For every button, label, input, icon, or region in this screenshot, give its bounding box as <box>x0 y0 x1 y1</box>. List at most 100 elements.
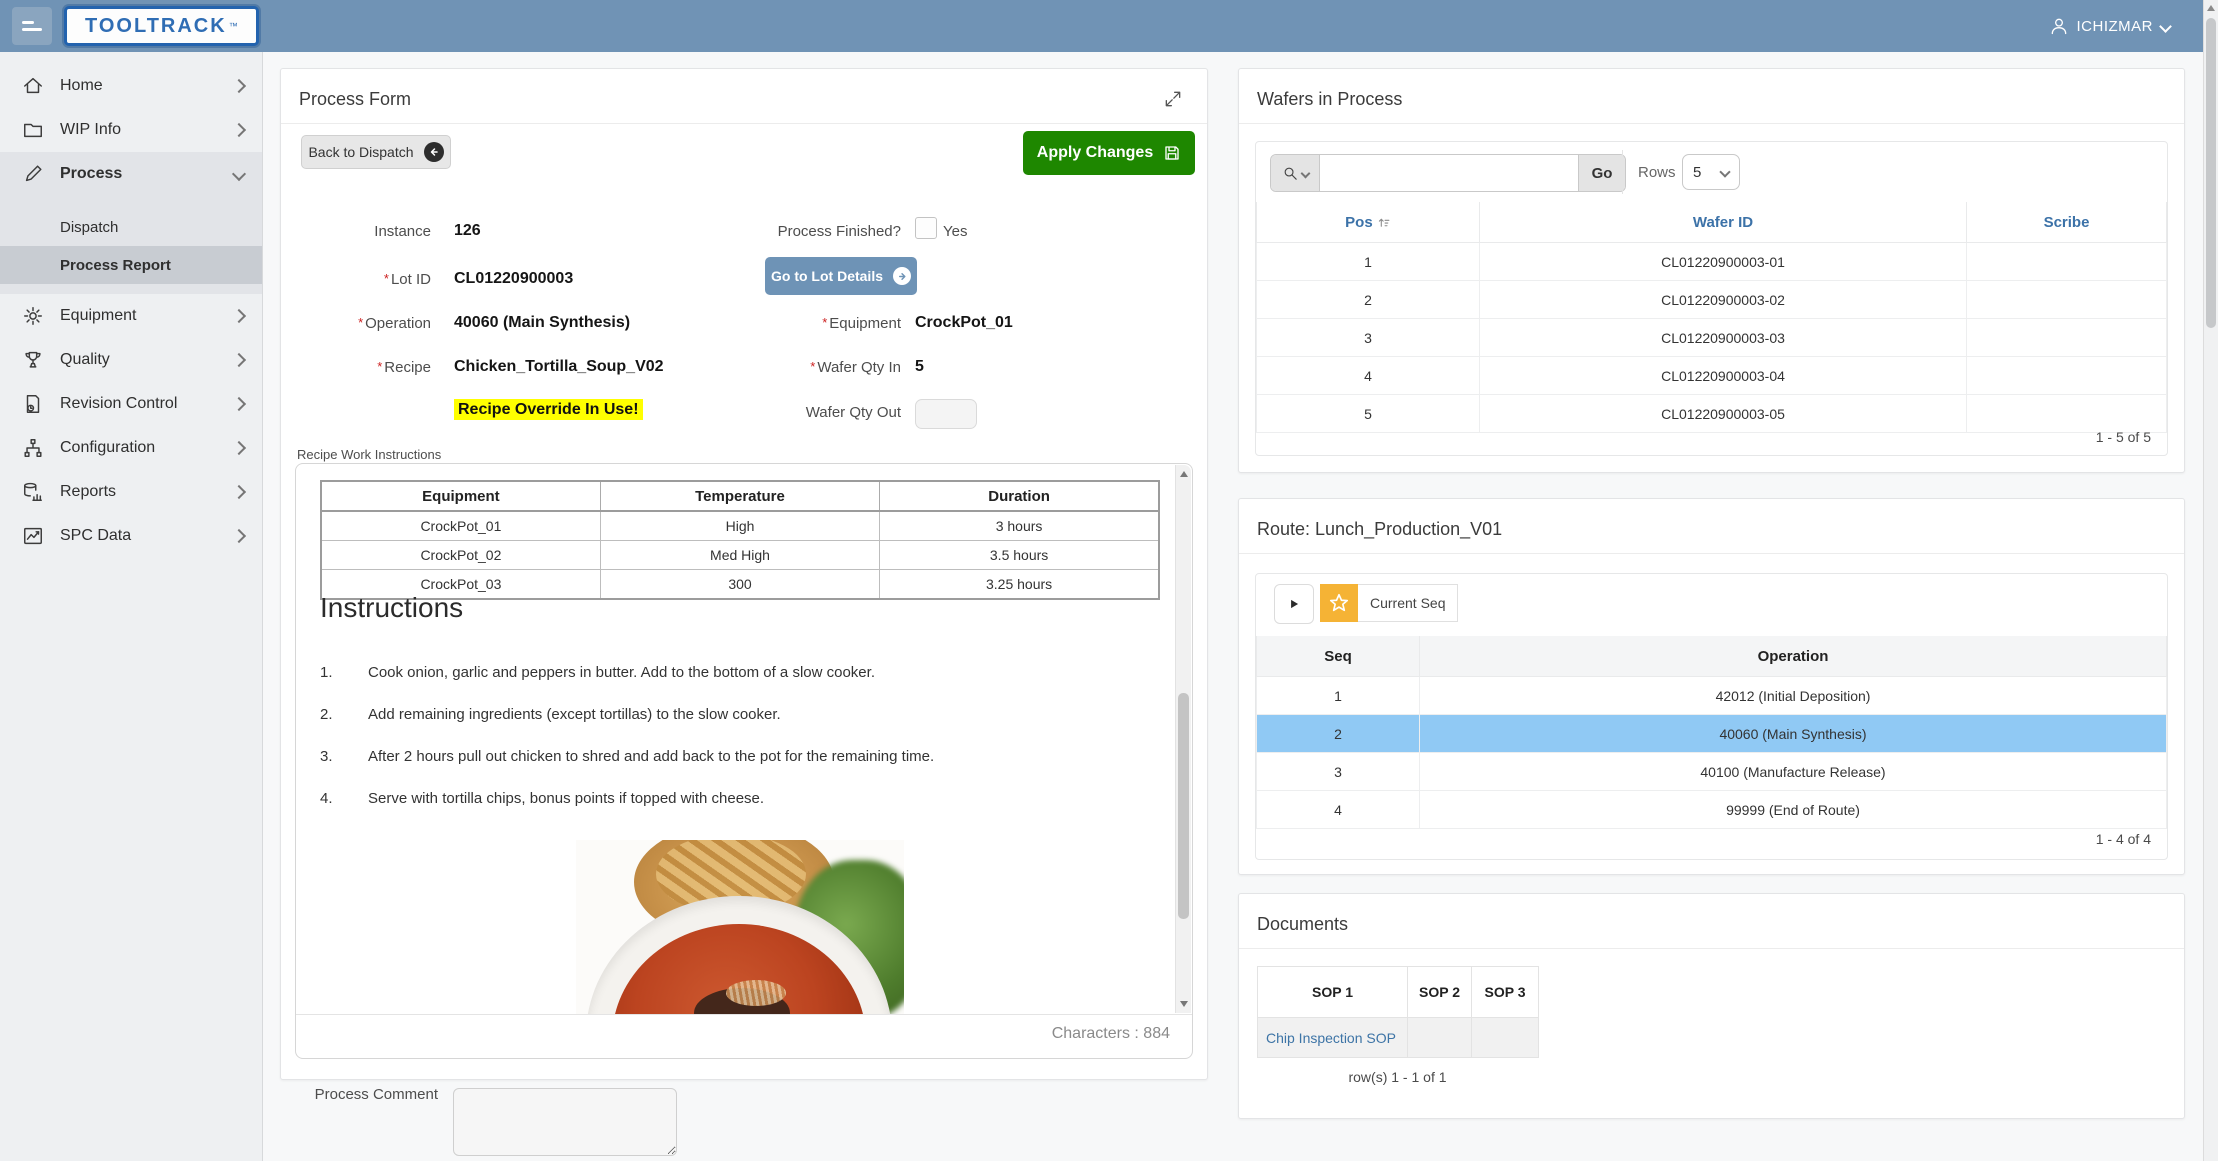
table-cell <box>1967 243 2167 281</box>
table-cell: CrockPot_01 <box>321 511 600 541</box>
sidebar-item-equipment[interactable]: Equipment <box>0 294 262 338</box>
sidebar-item-home[interactable]: Home <box>0 64 262 108</box>
scrollbar-thumb[interactable] <box>2206 18 2216 328</box>
table-row[interactable]: 499999 (End of Route) <box>1257 791 2167 829</box>
route-table: Seq Operation 142012 (Initial Deposition… <box>1256 636 2167 829</box>
trademark-symbol: ™ <box>229 21 238 31</box>
search-options-button[interactable] <box>1271 155 1320 191</box>
document-link[interactable]: Chip Inspection SOP <box>1266 1030 1396 1046</box>
play-button[interactable] <box>1274 584 1314 624</box>
column-header-scribe[interactable]: Scribe <box>1967 202 2167 243</box>
app-logo[interactable]: TOOLTRACK™ <box>64 6 259 46</box>
table-cell: 3.5 hours <box>880 541 1159 570</box>
column-header-wafer-id[interactable]: Wafer ID <box>1480 202 1967 243</box>
divider <box>1239 553 2184 554</box>
divider <box>1622 150 1623 194</box>
chevron-down-icon <box>232 167 246 181</box>
arrow-right-circle-icon <box>893 267 911 285</box>
sidebar-item-process-report[interactable]: Process Report <box>0 246 262 284</box>
route-panel: Route: Lunch_Production_V01 Current Seq … <box>1238 498 2185 875</box>
gear-icon <box>20 303 46 329</box>
pagination: 1 - 4 of 4 <box>2096 831 2151 847</box>
sidebar-item-revision-control[interactable]: Revision Control <box>0 382 262 426</box>
sidebar-item-configuration[interactable]: Configuration <box>0 426 262 470</box>
panel-title: Documents <box>1257 914 1348 935</box>
table-row[interactable]: 142012 (Initial Deposition) <box>1257 677 2167 715</box>
sidebar-item-process[interactable]: Process <box>0 152 262 196</box>
table-body: Chip Inspection SOP <box>1258 1018 1539 1058</box>
column-header-seq: Seq <box>1257 636 1420 677</box>
recipe-override-warning: Recipe Override In Use! <box>454 401 643 419</box>
sidebar-item-label: Home <box>60 77 103 95</box>
go-button[interactable]: Go <box>1578 155 1625 191</box>
sidebar-item-label: Quality <box>60 351 110 369</box>
table-cell: Med High <box>600 541 879 570</box>
table-row[interactable]: 3CL01220900003-03 <box>1257 319 2167 357</box>
process-finished-option-label: Yes <box>943 223 983 240</box>
equipment-value: CrockPot_01 <box>915 314 1013 332</box>
sidebar-item-spc-data[interactable]: SPC Data <box>0 514 262 558</box>
scroll-down-arrow-icon[interactable] <box>1180 1001 1188 1007</box>
table-cell: 5 <box>1257 395 1480 433</box>
table-row[interactable]: 2CL01220900003-02 <box>1257 281 2167 319</box>
instruction-step: 2.Add remaining ingredients (except tort… <box>320 706 1100 723</box>
go-to-lot-details-button[interactable]: Go to Lot Details <box>765 257 917 295</box>
scrollbar-thumb[interactable] <box>1178 693 1189 919</box>
character-count: Characters : 884 <box>1052 1025 1170 1043</box>
column-header-sop3: SOP 3 <box>1472 967 1539 1018</box>
table-row[interactable]: 5CL01220900003-05 <box>1257 395 2167 433</box>
table-row[interactable]: CrockPot_02Med High3.5 hours <box>321 541 1159 570</box>
table-row[interactable]: 4CL01220900003-04 <box>1257 357 2167 395</box>
trophy-icon <box>20 347 46 373</box>
sidebar-toggle-button[interactable] <box>12 7 52 45</box>
scroll-up-arrow-icon[interactable] <box>2207 5 2215 11</box>
table-row[interactable]: 340100 (Manufacture Release) <box>1257 753 2167 791</box>
wafers-table: Pos Wafer ID Scribe 1CL01220900003-012CL… <box>1256 202 2167 433</box>
rows-per-page-select[interactable]: 5 <box>1682 154 1740 190</box>
process-finished-checkbox[interactable] <box>915 217 937 239</box>
scroll-up-arrow-icon[interactable] <box>1180 471 1188 477</box>
work-instructions-scroll-area[interactable]: Equipment Temperature Duration CrockPot_… <box>296 464 1192 1015</box>
apply-changes-button[interactable]: Apply Changes <box>1023 131 1195 175</box>
table-row[interactable]: 240060 (Main Synthesis) <box>1257 715 2167 753</box>
panel-title: Wafers in Process <box>1257 89 1402 110</box>
required-asterisk: * <box>384 271 389 286</box>
table-row[interactable]: Chip Inspection SOP <box>1258 1018 1539 1058</box>
line-chart-icon <box>20 523 46 549</box>
work-instructions-label: Recipe Work Instructions <box>297 447 441 462</box>
inner-scrollbar[interactable] <box>1175 465 1191 1013</box>
back-to-dispatch-button[interactable]: Back to Dispatch <box>301 135 451 169</box>
process-comment-label: Process Comment <box>296 1086 438 1103</box>
wafer-qty-out-input[interactable] <box>915 399 977 429</box>
column-header-pos[interactable]: Pos <box>1257 202 1480 243</box>
operation-label: *Operation <box>281 315 431 332</box>
table-row[interactable]: 1CL01220900003-01 <box>1257 243 2167 281</box>
table-cell <box>1967 395 2167 433</box>
user-menu[interactable]: ICHIZMAR <box>2049 0 2171 52</box>
table-cell: 42012 (Initial Deposition) <box>1420 677 2167 715</box>
sort-ascending-icon <box>1377 216 1391 229</box>
window-scrollbar[interactable] <box>2203 0 2218 1161</box>
recipe-photo <box>576 840 904 1014</box>
search-input[interactable] <box>1320 155 1578 191</box>
chevron-right-icon <box>232 529 246 543</box>
sidebar-item-wip-info[interactable]: WIP Info <box>0 108 262 152</box>
process-comment-textarea[interactable] <box>453 1088 677 1156</box>
column-header-sop2: SOP 2 <box>1408 967 1472 1018</box>
route-region: Current Seq Seq Operation 142012 (Initia… <box>1255 573 2168 860</box>
sidebar-item-quality[interactable]: Quality <box>0 338 262 382</box>
document-clock-icon <box>20 391 46 417</box>
sidebar-item-dispatch[interactable]: Dispatch <box>0 208 262 246</box>
database-chart-icon <box>20 479 46 505</box>
top-bar: TOOLTRACK™ ICHIZMAR <box>0 0 2204 52</box>
play-icon <box>1287 597 1301 611</box>
route-table-wrap: Seq Operation 142012 (Initial Deposition… <box>1256 636 2167 829</box>
pencil-icon <box>20 161 46 187</box>
expand-icon[interactable] <box>1163 89 1183 109</box>
column-header: Duration <box>880 481 1159 511</box>
chevron-right-icon <box>232 309 246 323</box>
table-row[interactable]: CrockPot_01High3 hours <box>321 511 1159 541</box>
table-body: 142012 (Initial Deposition)240060 (Main … <box>1257 677 2167 829</box>
equipment-settings-table: Equipment Temperature Duration CrockPot_… <box>320 480 1160 600</box>
sidebar-item-reports[interactable]: Reports <box>0 470 262 514</box>
